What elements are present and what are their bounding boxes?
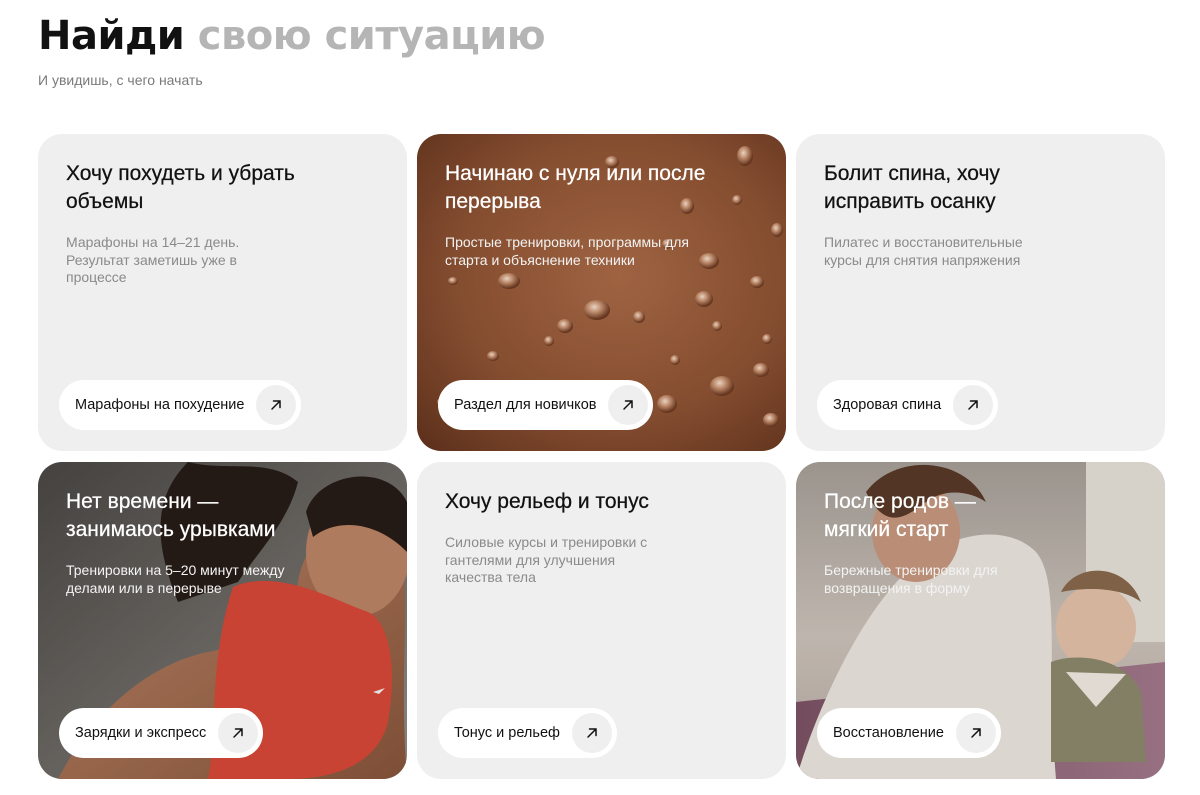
button-label: Зарядки и экспресс: [75, 725, 207, 741]
healthy-back-button[interactable]: Здоровая спина: [817, 380, 999, 430]
title-dark-part: Найди: [38, 13, 185, 59]
arrow-up-right-icon: [218, 713, 259, 753]
card-description: Тренировки на 5–20 минут между делами ил…: [66, 562, 285, 596]
card-description: Бережные тренировки для возвращения в фо…: [824, 562, 998, 596]
button-label: Раздел для новичков: [454, 397, 597, 413]
arrow-up-right-icon: [571, 713, 612, 753]
card-weight-loss[interactable]: Хочу похудеть и убрать объемы Марафоны н…: [38, 134, 407, 451]
card-title: Начинаю с нуля или после перерыва: [445, 162, 706, 213]
card-description: Пилатес и восстановительные курсы для сн…: [824, 234, 1023, 268]
card-description: Марафоны на 14–21 день. Результат замети…: [66, 234, 240, 285]
card-description: Простые тренировки, программы для старта…: [445, 234, 690, 268]
recovery-button[interactable]: Восстановление: [817, 708, 1001, 758]
page-subtitle: И увидишь, с чего начать: [38, 72, 203, 88]
button-label: Здоровая спина: [833, 397, 942, 413]
card-title: Нет времени — занимаюсь урывками: [66, 490, 276, 541]
arrow-up-right-icon: [953, 385, 994, 425]
card-back-pain[interactable]: Болит спина, хочу исправить осанку Пилат…: [796, 134, 1165, 451]
card-title: Болит спина, хочу исправить осанку: [824, 162, 1000, 213]
card-title: Хочу рельеф и тонус: [445, 490, 649, 513]
arrow-up-right-icon: [256, 385, 297, 425]
card-title: После родов — мягкий старт: [824, 490, 976, 541]
arrow-up-right-icon: [608, 385, 649, 425]
card-tone[interactable]: Хочу рельеф и тонус Силовые курсы и трен…: [417, 462, 786, 779]
button-label: Восстановление: [833, 725, 944, 741]
page-title: Найди свою ситуацию: [38, 13, 546, 59]
weight-loss-marathons-button[interactable]: Марафоны на похудение: [59, 380, 302, 430]
card-beginner[interactable]: Начинаю с нуля или после перерыва Просты…: [417, 134, 786, 451]
express-workouts-button[interactable]: Зарядки и экспресс: [59, 708, 264, 758]
beginners-section-button[interactable]: Раздел для новичков: [438, 380, 654, 430]
section-header: Найди свою ситуацию И увидишь, с чего на…: [38, 13, 546, 88]
card-description: Силовые курсы и тренировки с гантелями д…: [445, 534, 648, 585]
card-no-time[interactable]: Нет времени — занимаюсь урывками Трениро…: [38, 462, 407, 779]
tone-relief-button[interactable]: Тонус и рельеф: [438, 708, 617, 758]
button-label: Тонус и рельеф: [454, 725, 560, 741]
card-postpartum[interactable]: После родов — мягкий старт Бережные трен…: [796, 462, 1165, 779]
card-title: Хочу похудеть и убрать объемы: [66, 162, 295, 213]
title-light-part: свою ситуацию: [197, 13, 546, 59]
arrow-up-right-icon: [955, 713, 996, 753]
situation-cards-grid: Хочу похудеть и убрать объемы Марафоны н…: [38, 134, 1165, 779]
button-label: Марафоны на похудение: [75, 397, 245, 413]
